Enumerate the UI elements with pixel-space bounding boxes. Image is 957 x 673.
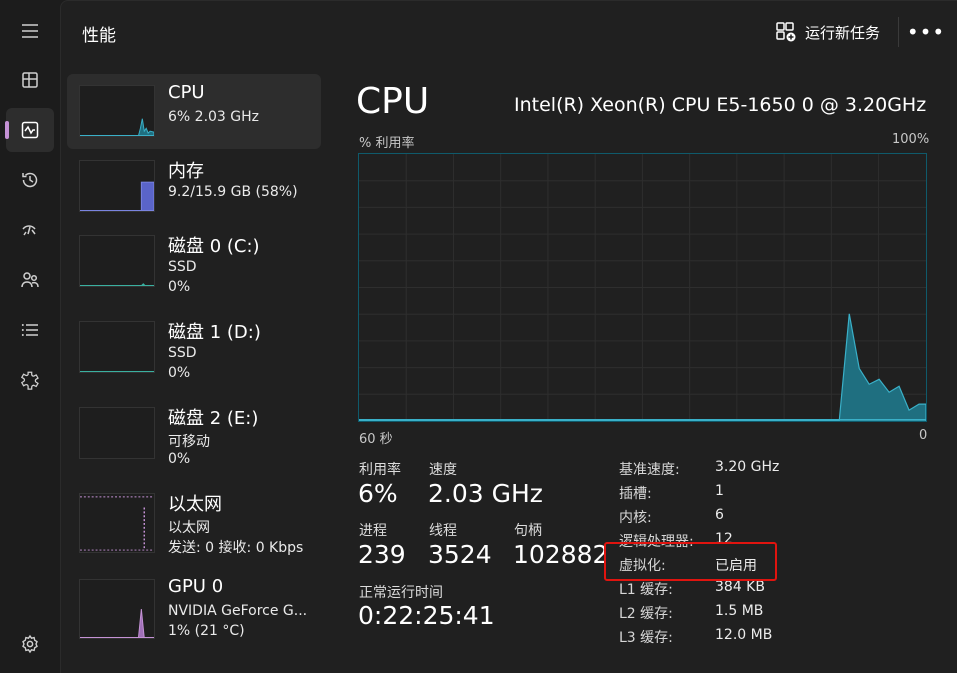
speed-value: 2.03 GHz	[428, 479, 543, 508]
cores-value: 6	[715, 507, 724, 523]
resource-card-disk-2[interactable]: 磁盘 2 (E:) 可移动 0%	[67, 396, 321, 471]
card-value: 发送: 0 接收: 0 Kbps	[168, 540, 304, 556]
nav-performance-button[interactable]	[5, 108, 54, 152]
card-value: 0%	[168, 451, 191, 467]
detail-title: CPU	[356, 81, 430, 122]
handles-label: 句柄	[514, 523, 542, 539]
l2-cache-label: L2 缓存:	[619, 606, 673, 622]
run-task-icon	[776, 22, 796, 42]
l3-cache-value: 12.0 MB	[715, 627, 773, 643]
app-history-icon	[22, 172, 38, 188]
processes-value: 239	[358, 540, 406, 569]
uptime-label: 正常运行时间	[359, 585, 443, 601]
disk-2-thumbnail-graph	[79, 407, 155, 459]
uptime-value: 0:22:25:41	[358, 601, 495, 630]
startup-apps-icon	[22, 225, 36, 236]
nav-services-button[interactable]	[6, 358, 54, 402]
navigation-rail	[0, 0, 60, 673]
resource-card-ethernet[interactable]: 以太网 以太网 发送: 0 接收: 0 Kbps	[67, 482, 321, 572]
l2-cache-value: 1.5 MB	[715, 603, 764, 619]
card-subtitle: NVIDIA GeForce G...	[168, 603, 308, 619]
gpu-0-thumbnail-graph	[79, 579, 155, 639]
cores-label: 内核:	[619, 510, 652, 526]
card-title: 内存	[168, 161, 204, 182]
processes-label: 进程	[359, 523, 387, 539]
card-title: 磁盘 2 (E:)	[168, 408, 259, 429]
performance-panel: 性能 运行新任务 ••• CPU 6% 2.03 GHz 内存 9.2/15.9…	[60, 0, 957, 673]
l1-cache-label: L1 缓存:	[619, 582, 673, 598]
utilization-label: 利用率	[359, 462, 401, 478]
graph-x-right-label: 0	[919, 428, 928, 443]
graph-y-max-label: 100%	[892, 132, 930, 147]
header-divider	[898, 17, 899, 47]
processes-icon	[22, 72, 38, 88]
ethernet-thumbnail-graph	[79, 493, 155, 553]
resource-card-disk-1[interactable]: 磁盘 1 (D:) SSD 0%	[67, 310, 321, 385]
resource-card-gpu-0[interactable]: GPU 0 NVIDIA GeForce G... 1% (21 °C)	[67, 568, 321, 643]
utilization-value: 6%	[358, 479, 398, 508]
run-new-task-label: 运行新任务	[805, 23, 881, 42]
resource-card-cpu[interactable]: CPU 6% 2.03 GHz	[67, 74, 321, 149]
nav-details-button[interactable]	[6, 308, 54, 352]
card-title: 磁盘 0 (C:)	[168, 236, 260, 257]
card-title: 以太网	[168, 494, 222, 515]
card-title: CPU	[168, 82, 205, 103]
hamburger-menu-button[interactable]	[6, 9, 54, 53]
card-subtitle: 以太网	[168, 520, 210, 536]
nav-startup-apps-button[interactable]	[6, 208, 54, 252]
services-icon	[20, 371, 39, 390]
base-speed-value: 3.20 GHz	[715, 459, 780, 475]
nav-users-button[interactable]	[6, 258, 54, 302]
graph-x-left-label: 60 秒	[359, 432, 393, 447]
resource-card-memory[interactable]: 内存 9.2/15.9 GB (58%)	[67, 149, 321, 224]
card-subtitle: SSD	[168, 345, 197, 361]
speed-label: 速度	[429, 462, 457, 478]
sockets-value: 1	[715, 483, 724, 499]
graph-y-axis-label: % 利用率	[359, 136, 415, 151]
card-value: 0%	[168, 279, 191, 295]
settings-button[interactable]	[6, 622, 54, 666]
users-icon	[21, 272, 39, 288]
card-subtitle: 可移动	[168, 434, 210, 450]
sockets-label: 插槽:	[619, 486, 652, 502]
page-title: 性能	[82, 26, 116, 46]
card-subtitle: SSD	[168, 259, 197, 275]
cpu-thumbnail-graph	[79, 85, 155, 137]
card-subtitle: 9.2/15.9 GB (58%)	[168, 184, 298, 200]
card-value: 0%	[168, 365, 191, 381]
disk-0-thumbnail-graph	[79, 235, 155, 287]
resource-card-disk-0[interactable]: 磁盘 0 (C:) SSD 0%	[67, 224, 321, 299]
details-icon	[21, 324, 38, 336]
hamburger-icon	[22, 24, 38, 38]
more-options-button[interactable]: •••	[907, 17, 944, 47]
card-subtitle: 6% 2.03 GHz	[168, 109, 260, 125]
base-speed-label: 基准速度:	[619, 462, 680, 478]
l1-cache-value: 384 KB	[715, 579, 765, 595]
card-value: 1% (21 °C)	[168, 623, 245, 639]
memory-thumbnail-graph	[79, 160, 155, 212]
threads-value: 3524	[428, 540, 492, 569]
threads-label: 线程	[429, 523, 457, 539]
l3-cache-label: L3 缓存:	[619, 630, 673, 646]
virtualization-highlight-box	[604, 542, 777, 581]
card-title: GPU 0	[168, 576, 224, 597]
performance-icon	[21, 121, 39, 139]
nav-app-history-button[interactable]	[6, 158, 54, 202]
handles-value: 102882	[513, 540, 609, 569]
cpu-model-name: Intel(R) Xeon(R) CPU E5-1650 0 @ 3.20GHz	[514, 94, 927, 116]
disk-1-thumbnail-graph	[79, 321, 155, 373]
run-new-task-button[interactable]: 运行新任务	[769, 17, 886, 47]
gear-icon	[22, 634, 38, 654]
card-title: 磁盘 1 (D:)	[168, 322, 261, 343]
nav-processes-button[interactable]	[6, 58, 54, 102]
cpu-utilization-graph	[358, 153, 927, 422]
